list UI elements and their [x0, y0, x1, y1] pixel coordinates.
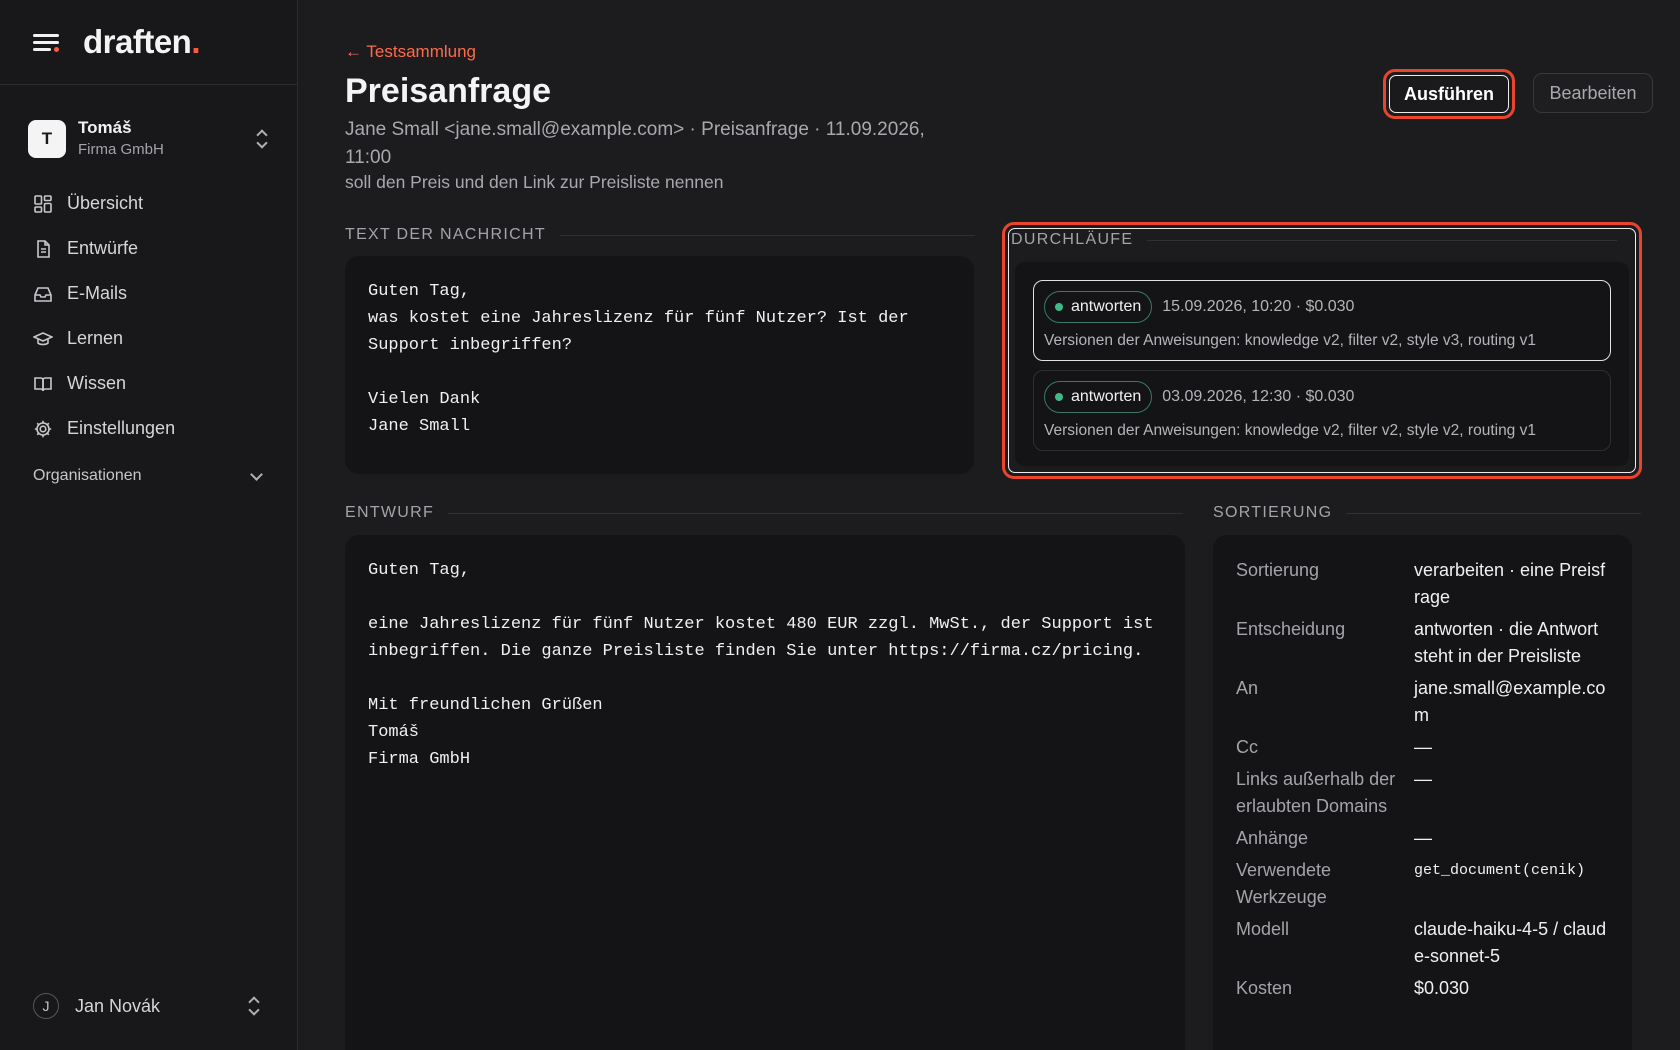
runs-section: DURCHLÄUFE antworten 15.09.2026, 10:20 ·…	[1002, 222, 1642, 479]
sorting-row: Entscheidung antworten · die Antwort steh…	[1236, 616, 1609, 670]
sidebar-item-overview[interactable]: Übersicht	[0, 181, 297, 226]
user-avatar: J	[33, 993, 59, 1019]
run-item[interactable]: antworten 03.09.2026, 12:30 · $0.030 Ver…	[1033, 370, 1611, 451]
sorting-row: Links außerhalb der erlaubten Domains —	[1236, 766, 1609, 820]
sidebar-item-label: E-Mails	[67, 283, 128, 303]
sidebar: draften. T Tomáš Firma GmbH Übersicht En…	[0, 0, 298, 1050]
graduation-cap-icon	[33, 331, 53, 345]
message-meta: Jane Small <jane.small@example.com> · Pr…	[345, 119, 925, 168]
status-dot-icon	[1055, 303, 1063, 311]
sorting-row: Cc —	[1236, 734, 1609, 761]
run-versions: Versionen der Anweisungen: knowledge v2,…	[1044, 422, 1536, 439]
sorting-value: get_document(cenik)	[1414, 862, 1586, 879]
account-avatar: T	[28, 120, 66, 158]
sidebar-section-label: Organisationen	[33, 467, 142, 484]
sidebar-item-label: Übersicht	[67, 193, 144, 213]
sidebar-item-label: Einstellungen	[67, 418, 176, 438]
message-panel: Guten Tag, was kostet eine Jahreslizenz …	[345, 256, 974, 474]
sidebar-item-learn[interactable]: Lernen	[0, 316, 297, 361]
status-label: antworten	[1071, 388, 1142, 405]
user-menu[interactable]: J Jan Novák	[33, 990, 261, 1022]
sorting-row: An jane.small@example.com	[1236, 675, 1609, 729]
sorting-value: —	[1414, 737, 1432, 757]
status-label: antworten	[1071, 298, 1142, 315]
account-org: Firma GmbH	[78, 141, 164, 158]
account-switcher[interactable]: T Tomáš Firma GmbH	[0, 117, 297, 161]
status-dot-icon	[1055, 393, 1063, 401]
sorting-key: Verwendete Werkzeuge	[1236, 860, 1332, 907]
brand-logo: draften.	[83, 23, 201, 60]
sidebar-item-label: Lernen	[67, 328, 124, 348]
test-expectation: soll den Preis und den Link zur Preislis…	[345, 172, 724, 192]
sidebar-item-label: Entwürfe	[67, 238, 139, 258]
sorting-value: jane.small@example.com	[1414, 678, 1606, 725]
sorting-value: $0.030	[1414, 978, 1470, 998]
sorting-panel: Sortierung verarbeiten · eine Preisfrage …	[1213, 535, 1632, 1050]
dashboard-icon	[34, 194, 52, 213]
chevron-down-icon	[250, 467, 263, 481]
menu-icon[interactable]	[33, 32, 59, 52]
sorting-row: Sortierung verarbeiten · eine Preisfrage	[1236, 557, 1609, 611]
section-title: SORTIERUNG	[1213, 504, 1333, 521]
page-title: Preisanfrage	[345, 72, 551, 110]
sorting-value: claude-haiku-4-5 / claude-sonnet-5	[1414, 919, 1607, 966]
chevron-updown-icon	[255, 129, 269, 149]
sidebar-item-settings[interactable]: Einstellungen	[0, 406, 297, 451]
sorting-key: Links außerhalb der erlaubten Domains	[1236, 769, 1396, 816]
message-section-header: TEXT DER NACHRICHT	[345, 226, 975, 244]
run-timestamp: 03.09.2026, 12:30 · $0.030	[1162, 388, 1355, 405]
section-title: ENTWURF	[345, 504, 435, 521]
sorting-key: Modell	[1236, 919, 1290, 939]
sorting-key: Entscheidung	[1236, 619, 1346, 639]
section-title: TEXT DER NACHRICHT	[345, 226, 546, 243]
back-link[interactable]: ← Testsammlung	[345, 42, 476, 62]
run-timestamp: 15.09.2026, 10:20 · $0.030	[1162, 298, 1355, 315]
main-content: ← Testsammlung Preisanfrage Jane Small <…	[298, 0, 1680, 1050]
sorting-row: Anhänge —	[1236, 825, 1609, 852]
gear-icon	[34, 420, 52, 437]
sidebar-item-drafts[interactable]: Entwürfe	[0, 226, 297, 271]
sorting-section-header: SORTIERUNG	[1213, 504, 1641, 522]
sorting-key: Sortierung	[1236, 560, 1320, 580]
section-title: DURCHLÄUFE	[1011, 231, 1134, 248]
brand-bar: draften.	[0, 0, 297, 85]
draft-section-header: ENTWURF	[345, 504, 1183, 522]
draft-body: Guten Tag, eine Jahreslizenz für fünf Nu…	[368, 561, 1154, 769]
sidebar-item-label: Wissen	[67, 373, 127, 393]
run-versions: Versionen der Anweisungen: knowledge v2,…	[1044, 332, 1536, 349]
sorting-row: Kosten $0.030	[1236, 975, 1609, 1002]
message-body: Guten Tag, was kostet eine Jahreslizenz …	[368, 282, 909, 436]
sidebar-nav: Übersicht Entwürfe E-Mails Lernen Wissen…	[0, 181, 297, 491]
sorting-key: Kosten	[1236, 978, 1293, 998]
run-item[interactable]: antworten 15.09.2026, 10:20 · $0.030 Ver…	[1033, 280, 1611, 361]
sorting-row: Verwendete Werkzeuge get_document(cenik)	[1236, 857, 1609, 911]
sidebar-item-emails[interactable]: E-Mails	[0, 271, 297, 316]
sorting-value: —	[1414, 769, 1432, 789]
sorting-value: verarbeiten · eine Preisfrage	[1414, 560, 1606, 607]
sorting-value: antworten · die Antwort steht in der Pre…	[1414, 619, 1599, 666]
sorting-key: An	[1236, 678, 1259, 698]
sorting-row: Modell claude-haiku-4-5 / claude-sonnet-5	[1236, 916, 1609, 970]
runs-section-header: DURCHLÄUFE	[1011, 231, 1617, 249]
user-name: Jan Novák	[75, 995, 161, 1016]
chevron-updown-icon	[247, 996, 261, 1016]
sidebar-section-organizations[interactable]: Organisationen	[0, 461, 297, 491]
edit-button[interactable]: Bearbeiten	[1533, 73, 1653, 113]
runs-list: antworten 15.09.2026, 10:20 · $0.030 Ver…	[1015, 262, 1629, 466]
status-badge: antworten	[1044, 381, 1153, 413]
sidebar-item-knowledge[interactable]: Wissen	[0, 361, 297, 406]
run-button-label: Ausführen	[1389, 75, 1509, 113]
inbox-icon	[34, 286, 52, 302]
document-icon	[37, 239, 50, 258]
draft-panel: Guten Tag, eine Jahreslizenz für fünf Nu…	[345, 535, 1185, 1050]
status-badge: antworten	[1044, 291, 1153, 323]
account-name: Tomáš	[78, 118, 132, 137]
sorting-value: —	[1414, 828, 1432, 848]
book-icon	[34, 376, 52, 391]
sorting-key: Cc	[1236, 737, 1258, 757]
sorting-key: Anhänge	[1236, 828, 1309, 848]
run-button[interactable]: Ausführen	[1383, 69, 1515, 119]
